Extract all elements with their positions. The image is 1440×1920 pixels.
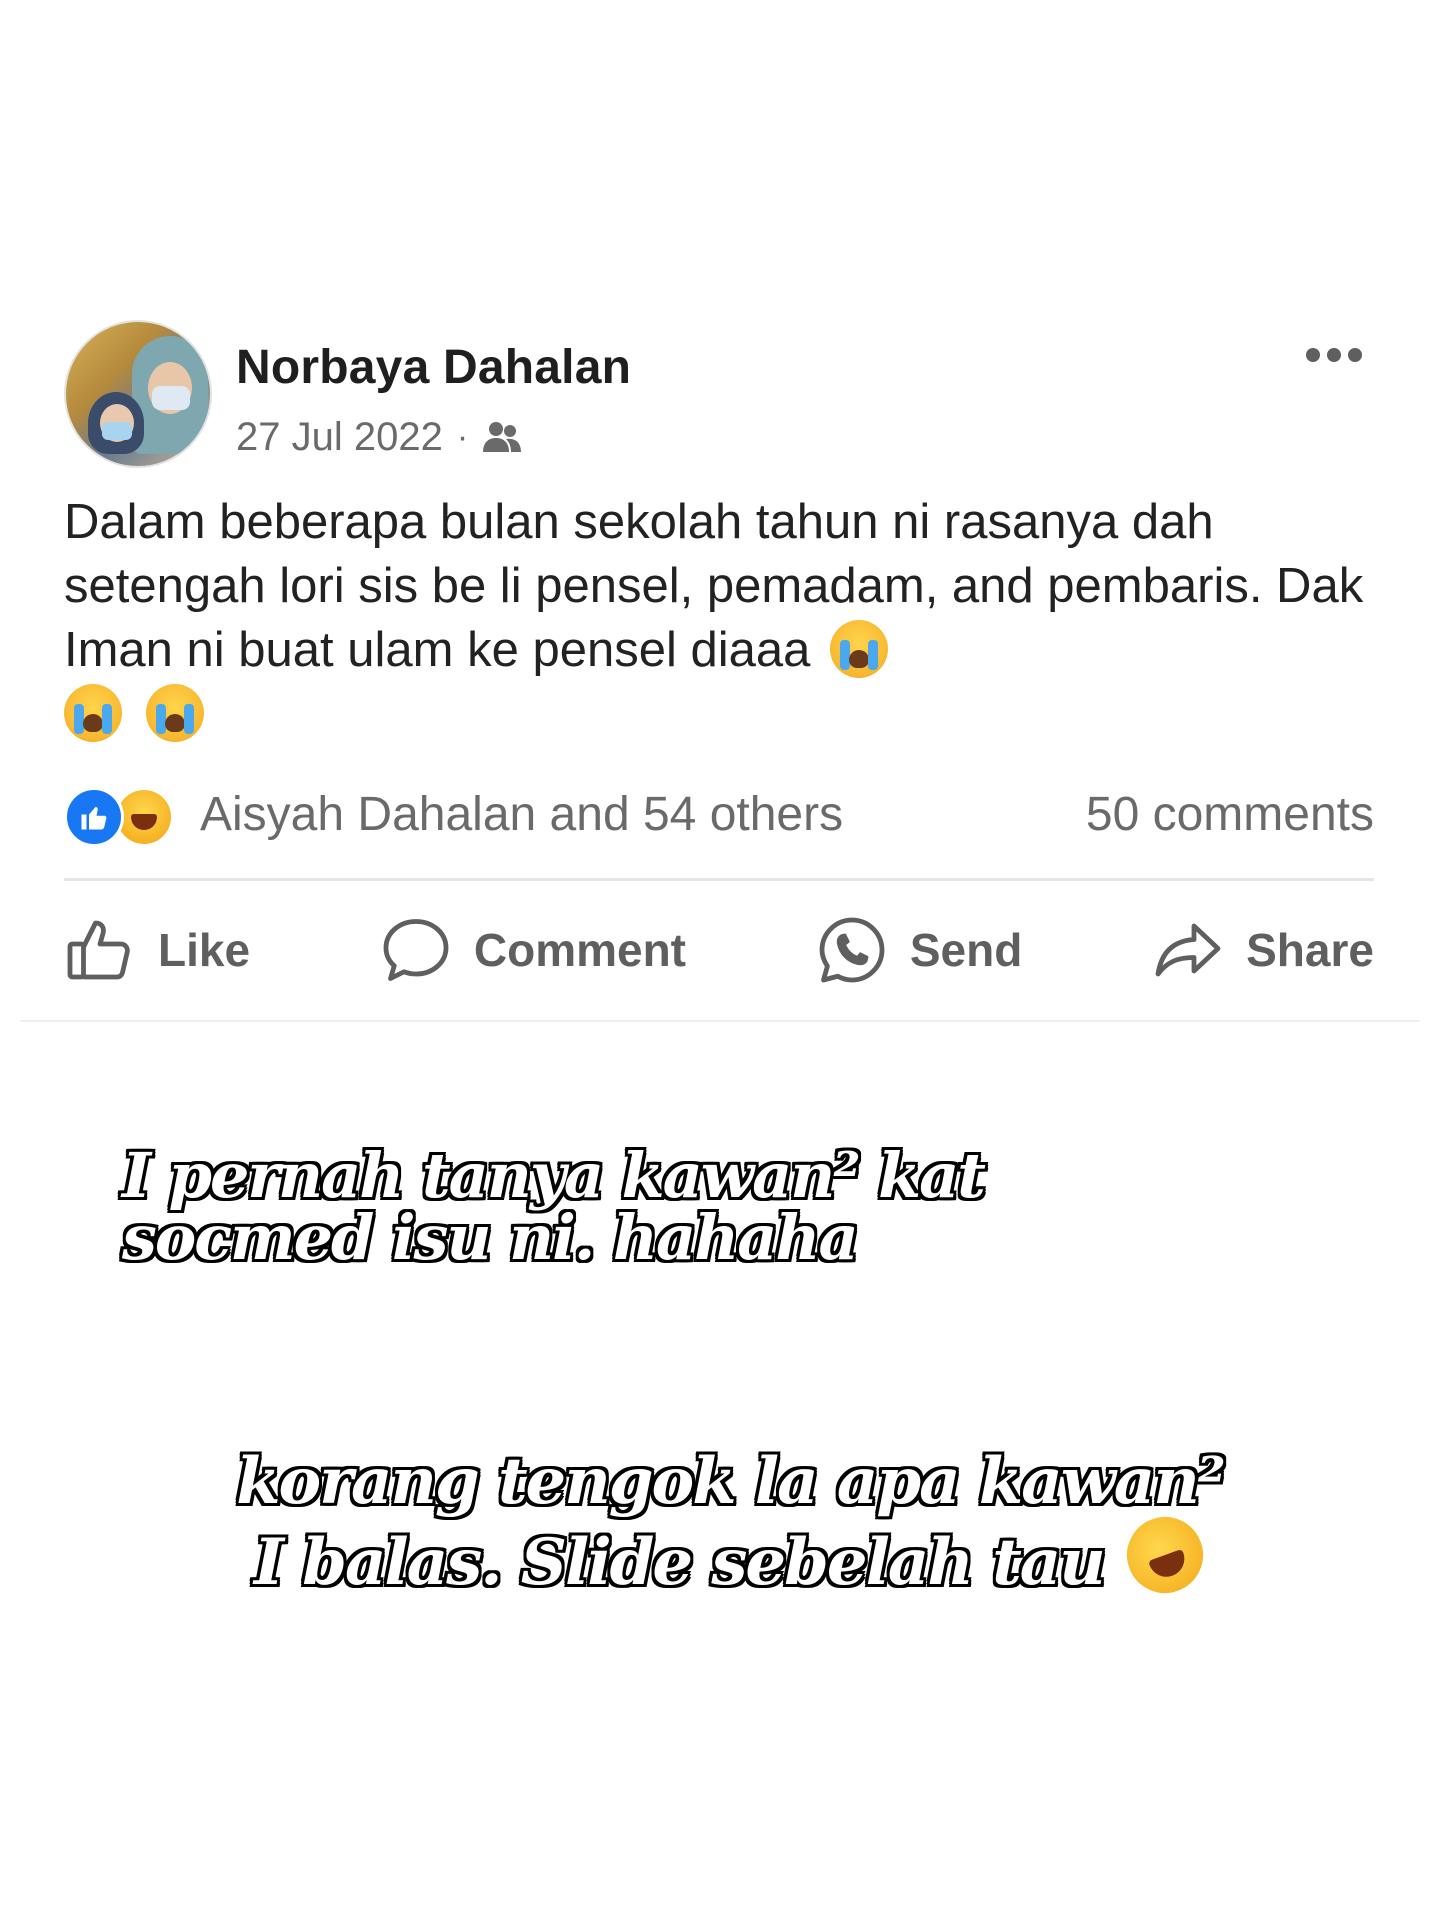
caption-top: I pernah tanya kawan² kat socmed isu ni.…	[122, 1145, 1022, 1269]
author-avatar[interactable]	[64, 320, 212, 468]
send-button[interactable]: Send	[816, 914, 1022, 986]
post-meta: 27 Jul 2022 ·	[236, 412, 522, 462]
caption-top-line1: I pernah tanya kawan² kat	[122, 1139, 986, 1212]
crying-face-icon	[145, 684, 204, 742]
rolling-laughing-icon	[1112, 1502, 1218, 1608]
caption-bottom-line1: korang tengok la apa kawan²	[236, 1444, 1226, 1519]
thumbs-up-icon	[67, 920, 130, 980]
caption-bottom: korang tengok la apa kawan² I balas. Sli…	[220, 1444, 1240, 1608]
comment-bubble-icon	[383, 919, 449, 981]
like-button[interactable]: Like	[64, 914, 250, 986]
caption-top-line2: socmed isu ni. hahaha	[122, 1201, 859, 1274]
friends-icon	[483, 422, 522, 452]
crying-face-icon	[64, 684, 122, 742]
share-label: Share	[1246, 924, 1374, 976]
post-bottom-border	[20, 1020, 1420, 1022]
send-label: Send	[909, 924, 1023, 976]
caption-bottom-line2: I balas. Slide sebelah tau	[253, 1525, 1106, 1600]
more-dots-icon[interactable]	[1306, 340, 1370, 370]
share-button[interactable]: Share	[1152, 914, 1374, 986]
like-reaction-icon	[64, 787, 124, 847]
post-body: Dalam beberapa bulan sekolah tahun ni ra…	[64, 490, 1384, 746]
like-label: Like	[158, 924, 251, 976]
crying-face-icon	[830, 620, 888, 678]
caption-bottom-line2-wrap: I balas. Slide sebelah tau	[220, 1502, 1240, 1608]
facebook-post: Norbaya Dahalan 27 Jul 2022 · Dalam bebe…	[0, 0, 1440, 1030]
whatsapp-icon	[819, 917, 885, 983]
divider	[64, 878, 1374, 881]
action-bar: Like Comment Send Share	[64, 910, 1374, 990]
post-date[interactable]: 27 Jul 2022	[236, 415, 443, 460]
comment-count[interactable]: 50 comments	[1086, 787, 1374, 842]
post-body-text: Dalam beberapa bulan sekolah tahun ni ra…	[64, 495, 1364, 677]
meta-separator: ·	[456, 417, 469, 456]
author-name[interactable]: Norbaya Dahalan	[236, 340, 631, 395]
comment-button[interactable]: Comment	[380, 914, 686, 986]
share-arrow-icon	[1155, 923, 1221, 977]
reaction-summary[interactable]: Aisyah Dahalan and 54 others	[200, 787, 843, 842]
comment-label: Comment	[473, 924, 686, 976]
reactions-bar: Aisyah Dahalan and 54 others 50 comments	[64, 784, 1374, 847]
reaction-icons[interactable]	[64, 785, 188, 847]
